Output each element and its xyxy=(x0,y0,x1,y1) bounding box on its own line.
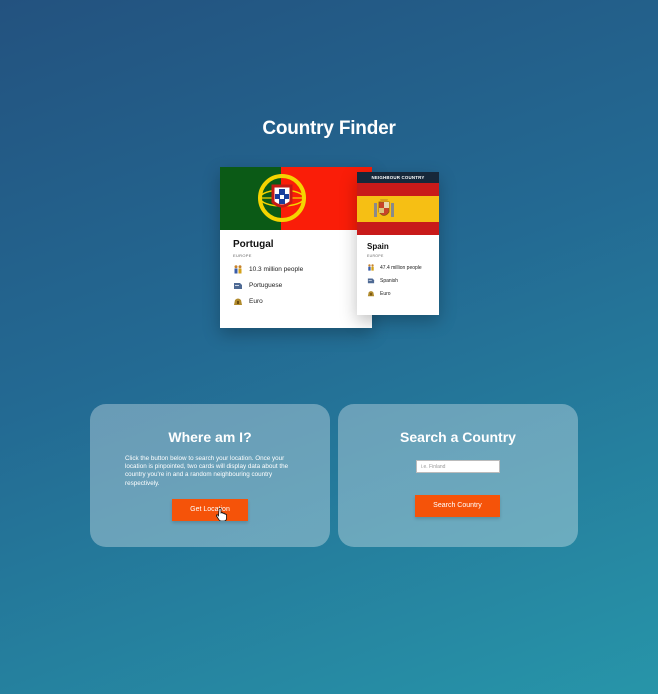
country-name: Portugal xyxy=(233,239,274,250)
population-icon xyxy=(234,265,242,274)
neighbour-country-name: Spain xyxy=(367,242,389,251)
search-country-button[interactable]: Search Country xyxy=(415,495,500,517)
country-region: EUROPE xyxy=(233,253,252,258)
coat-of-arms-icon xyxy=(258,174,306,222)
search-country-panel: Search a Country Search Country xyxy=(338,404,578,547)
neighbour-banner: NEIGHBOUR COUNTRY xyxy=(357,172,439,183)
neighbour-country-card: NEIGHBOUR COUNTRY Spain EUROPE 47.4 mill… xyxy=(357,172,439,315)
language-icon xyxy=(234,283,242,289)
neighbour-country-region: EUROPE xyxy=(367,254,384,258)
page-title: Country Finder xyxy=(262,118,396,139)
flag-spain xyxy=(357,183,439,235)
population-text: 10.3 million people xyxy=(249,266,304,273)
neighbour-currency-row: Euro xyxy=(367,290,429,297)
where-am-i-description: Click the button below to search your lo… xyxy=(125,455,289,487)
currency-row: Euro xyxy=(233,297,359,306)
get-location-button[interactable]: Get Location xyxy=(172,499,248,521)
language-icon xyxy=(367,278,375,284)
language-text: Portuguese xyxy=(249,282,283,289)
neighbour-population-text: 47.4 million people xyxy=(380,264,422,271)
country-card: Portugal EUROPE 10.3 million people Port… xyxy=(220,167,372,328)
population-icon xyxy=(368,264,374,271)
search-country-title: Search a Country xyxy=(400,429,516,445)
language-row: Portuguese xyxy=(233,281,359,290)
neighbour-language-text: Spanish xyxy=(380,277,399,284)
neighbour-population-row: 47.4 million people xyxy=(367,264,429,271)
neighbour-language-row: Spanish xyxy=(367,277,429,284)
population-row: 10.3 million people xyxy=(233,265,359,274)
country-search-input[interactable] xyxy=(416,460,500,473)
flag-portugal xyxy=(220,167,372,230)
currency-text: Euro xyxy=(249,298,263,305)
currency-icon xyxy=(234,298,242,305)
where-am-i-panel: Where am I? Click the button below to se… xyxy=(90,404,330,547)
pointer-cursor-icon xyxy=(216,508,227,521)
coat-of-arms-icon xyxy=(374,199,394,217)
neighbour-currency-text: Euro xyxy=(380,290,391,297)
where-am-i-title: Where am I? xyxy=(168,429,252,445)
currency-icon xyxy=(367,291,375,297)
